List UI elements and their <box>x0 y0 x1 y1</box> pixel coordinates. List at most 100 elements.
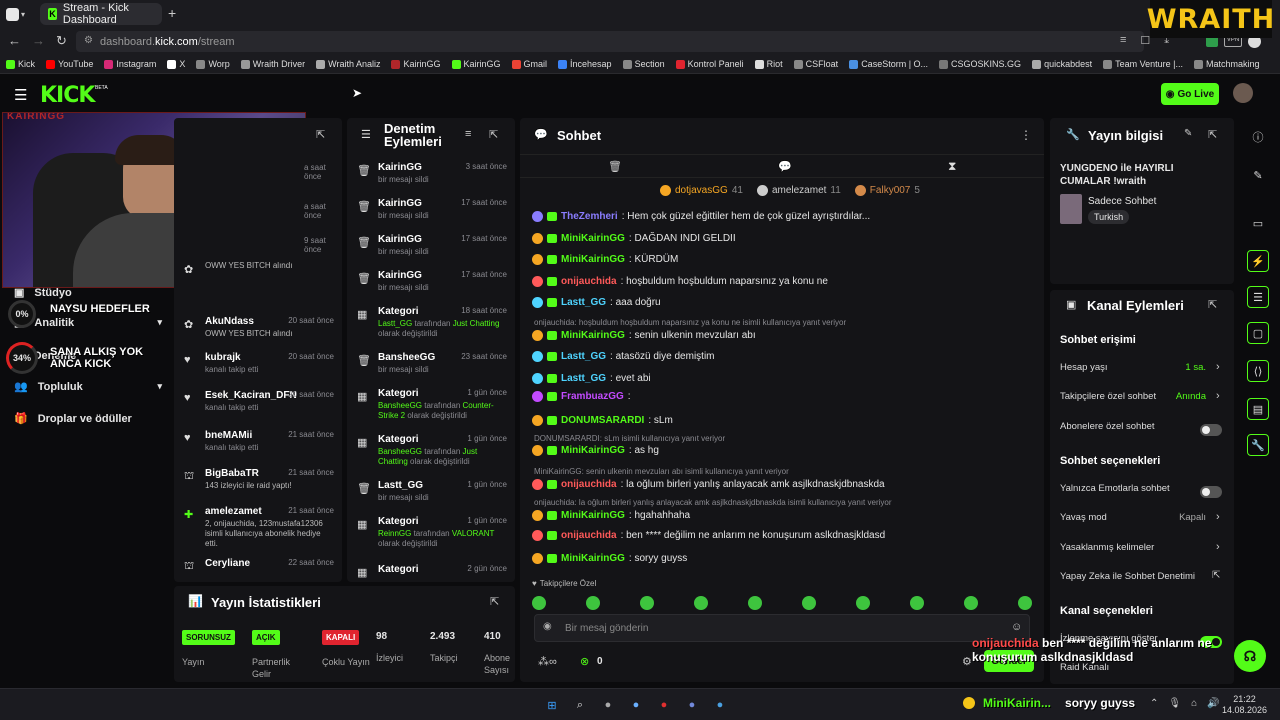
bookmark-item[interactable]: Team Venture |... <box>1103 59 1183 69</box>
bookmark-item[interactable]: Worp <box>196 59 230 69</box>
steam-icon[interactable]: ● <box>627 696 645 714</box>
network-icon[interactable]: ⌂ <box>1191 698 1197 709</box>
chat-username[interactable]: MiniKairinGG <box>561 445 625 456</box>
edit-icon[interactable]: ✎ <box>1184 128 1192 139</box>
chat-message[interactable]: onijauchida: hoşbuldum hoşbuldum naparsı… <box>532 276 828 287</box>
chat-username[interactable]: Lastt_GG <box>561 373 606 384</box>
wrench-button[interactable]: 🔧 <box>1247 434 1269 456</box>
list-item[interactable]: ♥ Esek_Kaciran_DFN kanalı takip etti 20 saa… <box>174 390 342 424</box>
bookmark-item[interactable]: CSFloat <box>793 59 838 69</box>
emote-icon[interactable] <box>910 596 924 610</box>
new-tab-button[interactable]: + <box>168 5 176 21</box>
list-item[interactable]: ▦ Kategori 18 saat önce Lastt_GG tarafından… <box>347 306 515 346</box>
popout-icon[interactable]: ⇱ <box>316 128 325 141</box>
chat-message[interactable]: Lastt_GG: atasözü diye demiştim <box>532 351 715 362</box>
menu-icon[interactable]: ☰ <box>14 86 27 104</box>
bookmark-item[interactable]: YouTube <box>46 59 93 69</box>
hourglass-icon[interactable]: ⧗ <box>948 159 956 174</box>
list-item[interactable]: 🗑 KairinGG 3 saat önce bir mesajı sildi <box>347 162 515 202</box>
more-options-icon[interactable]: ⋮ <box>1020 128 1032 142</box>
list-item[interactable]: 🗑 Lastt_GG 1 gün önce bir mesajı sildi <box>347 480 515 520</box>
trash-icon[interactable]: 🗑 <box>608 160 622 173</box>
lightning-button[interactable]: ⚡ <box>1247 250 1269 272</box>
bookmark-item[interactable]: Kick <box>6 59 35 69</box>
setting-row[interactable]: Yasaklanmış kelimeler › <box>1050 541 1234 558</box>
chat-username[interactable]: Lastt_GG <box>561 351 606 362</box>
chat-message[interactable]: FrambuazGG: <box>532 391 631 402</box>
chat-message[interactable]: TheZemheri: Hem çok güzel eğittiler hem … <box>532 211 870 222</box>
chat-username[interactable]: MiniKairinGG <box>561 330 625 341</box>
chat-username[interactable]: DONUMSARARDI <box>561 415 644 426</box>
nav-item-drops[interactable]: 🎁 Droplar ve ödüller <box>14 412 162 426</box>
emote-icon[interactable] <box>802 596 816 610</box>
popout-icon[interactable]: ⇱ <box>1208 298 1217 311</box>
popout-icon[interactable]: ⇱ <box>1208 128 1217 141</box>
chat-message[interactable]: MiniKairinGG: senin ulkenin mevzuları ab… <box>532 330 756 341</box>
battlenet-icon[interactable]: ● <box>711 696 729 714</box>
chat-username[interactable]: Lastt_GG <box>561 297 606 308</box>
tab-kick-dashboard[interactable]: K Stream - Kick Dashboard <box>40 2 162 26</box>
top-gifter[interactable]: amelezamet 11 <box>756 185 841 196</box>
reader-icon[interactable]: ≡ <box>1120 34 1126 47</box>
setting-row[interactable]: Raid Kanalı <box>1050 662 1234 678</box>
list-button[interactable]: ☰ <box>1247 286 1269 308</box>
setting-row[interactable]: Yalnızca Emotlarla sohbet <box>1050 483 1234 499</box>
clock[interactable]: 21:22 14.08.2026 <box>1222 694 1267 716</box>
chat-username[interactable]: onijauchida <box>561 530 617 541</box>
chat-button[interactable]: ▢ <box>1247 322 1269 344</box>
bookmark-item[interactable]: X <box>167 59 185 69</box>
bookmark-item[interactable]: quickabdest <box>1032 59 1092 69</box>
setting-row[interactable]: Yavaş mod Kapalı › <box>1050 511 1234 528</box>
list-item[interactable]: 🗑 KairinGG 17 saat önce bir mesajı sildi <box>347 198 515 238</box>
volume-icon[interactable]: 🔊 <box>1207 698 1219 709</box>
list-item[interactable]: ♥ bneMAMii kanalı takip etti 21 saat önce <box>174 430 342 464</box>
bookmark-item[interactable]: KairinGG <box>451 59 501 69</box>
list-item[interactable]: ▦ Kategori 1 gün önce BansheeGG tarafından … <box>347 388 515 428</box>
message-icon[interactable]: 💬 <box>778 160 792 173</box>
bookmark-item[interactable]: Section <box>622 59 665 69</box>
kick-logo[interactable]: KICK <box>40 83 95 108</box>
bookmark-item[interactable]: Gmail <box>511 59 547 69</box>
discord-icon[interactable]: ● <box>683 696 701 714</box>
settings-icon[interactable]: ⚙ <box>962 655 972 668</box>
setting-row[interactable]: Abonelere özel sohbet <box>1050 421 1234 437</box>
filter-icon[interactable]: ≡ <box>465 128 471 140</box>
list-item[interactable]: ▦ Kategori 2 gün önce <box>347 564 515 582</box>
chat-message[interactable]: MiniKairinGG: hgahahhaha <box>532 510 690 521</box>
emote-icon[interactable] <box>856 596 870 610</box>
info-button[interactable]: ⓘ <box>1247 126 1269 148</box>
chat-input[interactable]: ◉ Bir mesaj gönderin ☺ <box>534 614 1030 642</box>
list-item[interactable]: ✿ OWW YES BITCH alındı <box>174 261 342 295</box>
setting-row[interactable]: Takipçilere özel sohbet Anında › <box>1050 390 1234 407</box>
emote-icon[interactable] <box>532 596 546 610</box>
chat-message[interactable]: onijauchida: la oğlum birleri yanlış anl… <box>532 479 885 490</box>
emote-icon[interactable] <box>1018 596 1032 610</box>
list-item[interactable]: ⛫ BigBabaTR 143 izleyici ile raid yaptı! 21… <box>174 468 342 502</box>
chevron-up-icon[interactable]: ⌃ <box>1150 698 1158 709</box>
setting-row[interactable]: Yapay Zeka ile Sohbet Denetimi ⇱ <box>1050 570 1234 587</box>
chat-message[interactable]: Lastt_GG: aaa doğru <box>532 297 661 308</box>
chat-message[interactable]: MiniKairinGG: soryy guyss <box>532 553 687 564</box>
embed-button[interactable]: ⟨⟩ <box>1247 360 1269 382</box>
list-item[interactable]: ✚ amelezamet 2, onijauchida, 123mustafa123… <box>174 506 342 548</box>
bookmark-item[interactable]: İncehesap <box>558 59 612 69</box>
bookmark-item[interactable]: CaseStorm | O... <box>849 59 928 69</box>
bookmark-item[interactable]: Matchmaking <box>1193 59 1260 69</box>
emote-icon[interactable] <box>748 596 762 610</box>
pen-button[interactable]: ✎ <box>1247 164 1269 186</box>
chat-message[interactable]: DONUMSARARDI: sLm <box>532 415 673 426</box>
setting-row[interactable]: Hesap yaşı 1 sa. › <box>1050 361 1234 378</box>
search-icon[interactable]: ⌕ <box>571 696 589 714</box>
bookmark-item[interactable]: Wraith Driver <box>240 59 305 69</box>
chat-message[interactable]: MiniKairinGG: KÜRDÜM <box>532 254 678 265</box>
vivaldi-icon[interactable]: ● <box>655 696 673 714</box>
chat-username[interactable]: TheZemheri <box>561 211 618 222</box>
chat-message[interactable]: Lastt_GG: evet abi <box>532 373 651 384</box>
go-live-button[interactable]: ◉ Go Live <box>1161 83 1219 105</box>
browser-menu-button[interactable]: ▾ <box>6 6 30 22</box>
nav-item-analytics[interactable]: ▤Analitik▾ <box>14 316 162 330</box>
bookmark-item[interactable]: CSGOSKINS.GG <box>939 59 1021 69</box>
bookmark-item[interactable]: Wraith Analiz <box>316 59 380 69</box>
popout-icon[interactable]: ⇱ <box>490 595 499 608</box>
chat-username[interactable]: onijauchida <box>561 276 617 287</box>
